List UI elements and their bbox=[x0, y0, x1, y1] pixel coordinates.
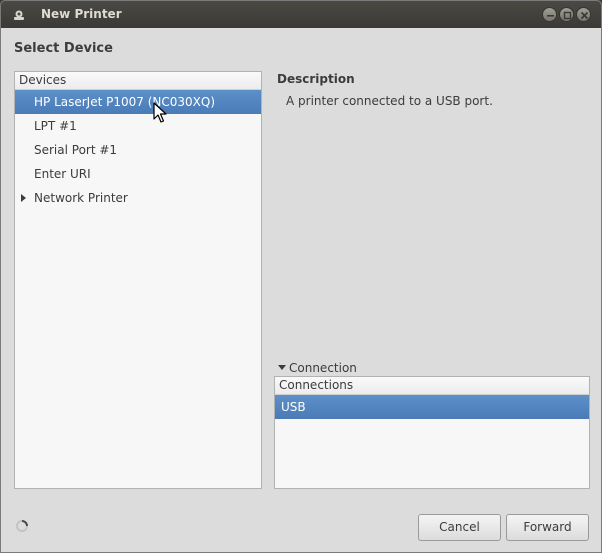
connection-expander[interactable]: Connection bbox=[277, 360, 357, 376]
minimize-icon bbox=[547, 15, 554, 17]
device-item-lpt1[interactable]: LPT #1 bbox=[15, 114, 261, 138]
device-item-label: Enter URI bbox=[34, 167, 91, 181]
expander-open-icon bbox=[278, 365, 286, 370]
device-item-network-printer[interactable]: Network Printer bbox=[15, 186, 261, 210]
description-text: A printer connected to a USB port. bbox=[286, 94, 493, 108]
device-item-label: Serial Port #1 bbox=[34, 143, 118, 157]
new-printer-window: New Printer Select Device Devices HP Las… bbox=[0, 0, 602, 553]
devices-column-header[interactable]: Devices bbox=[15, 72, 261, 90]
connection-item-usb[interactable]: USB bbox=[275, 395, 589, 419]
connection-expander-label: Connection bbox=[289, 361, 357, 375]
description-heading: Description bbox=[277, 72, 355, 86]
devices-list[interactable]: Devices HP LaserJet P1007 (NC030XQ) LPT … bbox=[14, 71, 262, 489]
device-item-hp-laserjet[interactable]: HP LaserJet P1007 (NC030XQ) bbox=[15, 90, 261, 114]
maximize-button[interactable] bbox=[559, 7, 574, 22]
connections-list[interactable]: Connections USB bbox=[274, 376, 590, 489]
window-title: New Printer bbox=[41, 7, 122, 21]
page-heading: Select Device bbox=[14, 41, 113, 56]
connection-item-label: USB bbox=[281, 400, 306, 414]
connections-column-header[interactable]: Connections bbox=[275, 377, 589, 395]
maximize-icon bbox=[563, 11, 572, 20]
device-item-enter-uri[interactable]: Enter URI bbox=[15, 162, 261, 186]
minimize-button[interactable] bbox=[542, 7, 557, 22]
title-bar[interactable]: New Printer bbox=[1, 1, 601, 28]
expander-arrow-icon[interactable] bbox=[21, 194, 26, 202]
spinner-icon bbox=[16, 520, 28, 532]
cancel-button[interactable]: Cancel bbox=[418, 514, 501, 541]
device-item-label: Network Printer bbox=[34, 191, 128, 205]
device-item-label: LPT #1 bbox=[34, 119, 77, 133]
printer-app-icon bbox=[14, 10, 24, 20]
close-icon bbox=[580, 11, 589, 20]
mouse-pointer-icon bbox=[153, 102, 167, 123]
device-item-serial-port[interactable]: Serial Port #1 bbox=[15, 138, 261, 162]
close-button[interactable] bbox=[576, 7, 591, 22]
forward-button[interactable]: Forward bbox=[506, 514, 589, 541]
device-item-label: HP LaserJet P1007 (NC030XQ) bbox=[34, 95, 216, 109]
